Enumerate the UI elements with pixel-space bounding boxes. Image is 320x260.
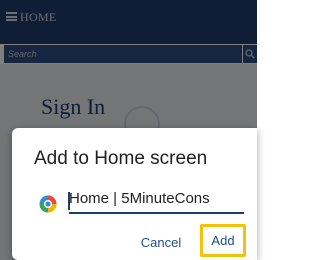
add-to-home-dialog: Add to Home screen Home | 5MinuteCons Ca…	[12, 128, 257, 260]
shortcut-name-field[interactable]: Home | 5MinuteCons	[69, 190, 244, 214]
cancel-button[interactable]: Cancel	[134, 231, 188, 253]
add-button[interactable]: Add	[200, 224, 246, 257]
shortcut-name-value: Home | 5MinuteCons	[69, 190, 210, 207]
text-cursor	[68, 192, 70, 210]
globe-logo-icon	[39, 195, 57, 213]
dialog-title: Add to Home screen	[34, 148, 208, 169]
